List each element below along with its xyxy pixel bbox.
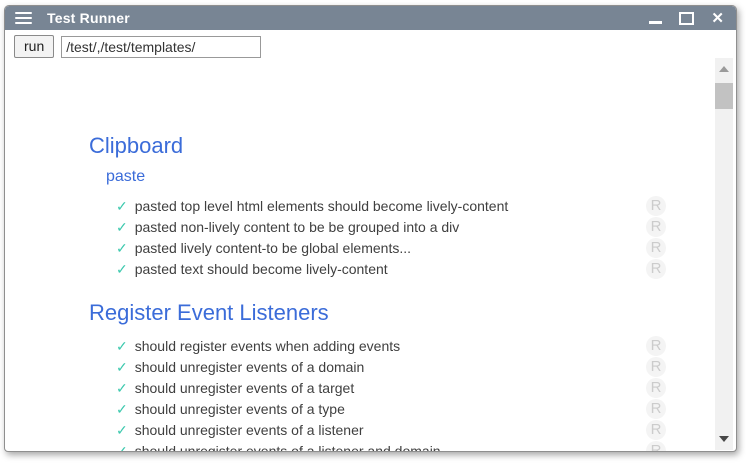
test-label: should unregister events of a domain: [135, 359, 365, 375]
maximize-icon[interactable]: [679, 12, 694, 25]
test-rows: ✓ pasted top level html elements should …: [116, 195, 666, 279]
rerun-test-button[interactable]: R: [646, 399, 666, 419]
test-group-register-event-listeners: Register Event Listeners ✓ should regist…: [89, 300, 736, 452]
test-row: ✓ should unregister events of a type R: [116, 398, 666, 419]
scroll-up-icon[interactable]: [719, 66, 729, 72]
rerun-test-button[interactable]: R: [646, 336, 666, 356]
window-title: Test Runner: [47, 10, 130, 26]
test-row: ✓ should register events when adding eve…: [116, 335, 666, 356]
subgroup-title: paste: [106, 168, 736, 186]
rerun-test-button[interactable]: R: [646, 238, 666, 258]
test-row: ✓ pasted lively content-to be global ele…: [116, 237, 666, 258]
pass-check-icon: ✓: [116, 262, 128, 276]
toolbar: run: [5, 30, 736, 62]
run-button[interactable]: run: [14, 35, 54, 58]
pass-check-icon: ✓: [116, 423, 128, 437]
test-label: pasted lively content-to be global eleme…: [135, 240, 411, 256]
test-row: ✓ should unregister events of a domain R: [116, 356, 666, 377]
test-row: ✓ should unregister events of a target R: [116, 377, 666, 398]
scroll-down-icon[interactable]: [719, 436, 729, 442]
test-group-clipboard: Clipboard paste ✓ pasted top level html …: [89, 133, 736, 279]
test-label: should register events when adding event…: [135, 338, 400, 354]
title-bar[interactable]: Test Runner ✕: [5, 6, 736, 30]
pass-check-icon: ✓: [116, 360, 128, 374]
test-path-input[interactable]: [61, 36, 261, 58]
test-results-area: Clipboard paste ✓ pasted top level html …: [5, 62, 736, 452]
vertical-scrollbar[interactable]: [715, 58, 733, 450]
rerun-test-button[interactable]: R: [646, 420, 666, 440]
test-row: ✓ pasted top level html elements should …: [116, 195, 666, 216]
rerun-test-button[interactable]: R: [646, 196, 666, 216]
rerun-test-button[interactable]: R: [646, 357, 666, 377]
test-label: should unregister events of a listener a…: [135, 443, 441, 453]
pass-check-icon: ✓: [116, 241, 128, 255]
rerun-test-button[interactable]: R: [646, 217, 666, 237]
test-row: ✓ should unregister events of a listener…: [116, 419, 666, 440]
window-controls: ✕: [649, 11, 724, 26]
test-label: should unregister events of a listener: [135, 422, 364, 438]
pass-check-icon: ✓: [116, 381, 128, 395]
test-label: should unregister events of a target: [135, 380, 354, 396]
group-title: Register Event Listeners: [89, 300, 736, 326]
test-row: ✓ pasted non-lively content to be be gro…: [116, 216, 666, 237]
group-title: Clipboard: [89, 133, 736, 159]
test-label: pasted non-lively content to be be group…: [135, 219, 460, 235]
pass-check-icon: ✓: [116, 220, 128, 234]
test-label: pasted top level html elements should be…: [135, 198, 509, 214]
scrollbar-thumb[interactable]: [715, 83, 733, 109]
minimize-icon[interactable]: [649, 21, 662, 24]
pass-check-icon: ✓: [116, 339, 128, 353]
test-row: ✓ pasted text should become lively-conte…: [116, 258, 666, 279]
rerun-test-button[interactable]: R: [646, 378, 666, 398]
rerun-test-button[interactable]: R: [646, 441, 666, 453]
test-label: should unregister events of a type: [135, 401, 345, 417]
test-rows: ✓ should register events when adding eve…: [116, 335, 666, 452]
pass-check-icon: ✓: [116, 402, 128, 416]
pass-check-icon: ✓: [116, 444, 128, 453]
close-icon[interactable]: ✕: [711, 11, 724, 26]
test-runner-window: Test Runner ✕ run Clipboard paste ✓ past…: [4, 5, 737, 452]
rerun-test-button[interactable]: R: [646, 259, 666, 279]
pass-check-icon: ✓: [116, 199, 128, 213]
test-row: ✓ should unregister events of a listener…: [116, 440, 666, 452]
hamburger-menu-icon[interactable]: [15, 12, 32, 24]
test-label: pasted text should become lively-content: [135, 261, 388, 277]
